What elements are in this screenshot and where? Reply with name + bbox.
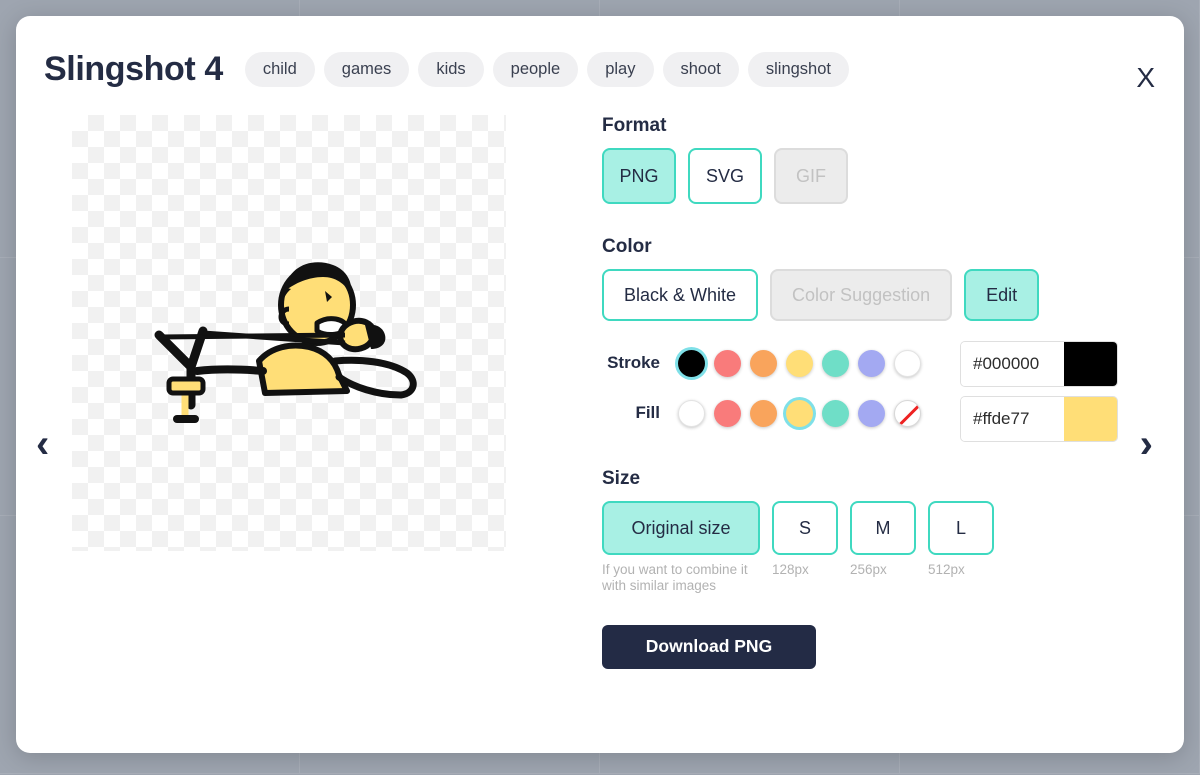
fill-swatch-yellow[interactable]	[786, 399, 813, 427]
stroke-swatch-periwinkle[interactable]	[858, 349, 885, 377]
fill-swatch-orange[interactable]	[750, 399, 777, 427]
fill-swatch-periwinkle[interactable]	[858, 399, 885, 427]
fill-hex-input[interactable]	[961, 397, 1064, 441]
stroke-hex-field[interactable]	[960, 341, 1118, 387]
size-m-button[interactable]: M	[850, 501, 916, 555]
stroke-swatch-coral[interactable]	[714, 349, 741, 377]
size-button-row: Original size S M L	[602, 501, 1122, 555]
fill-swatch-white[interactable]	[678, 399, 705, 427]
stroke-swatches	[678, 349, 921, 377]
stroke-swatch-yellow[interactable]	[786, 349, 813, 377]
fill-label: Fill	[635, 403, 660, 422]
modal-body: Format PNG SVG GIF Color Black & White C…	[16, 89, 1184, 669]
size-s-caption: 128px	[772, 562, 809, 577]
color-black-white-button[interactable]: Black & White	[602, 269, 759, 321]
color-edit-button[interactable]: Edit	[964, 269, 1040, 321]
tag-people[interactable]: people	[492, 52, 579, 87]
size-original-button[interactable]: Original size	[602, 501, 760, 555]
fill-hex-field[interactable]	[960, 396, 1118, 442]
stroke-swatch-teal[interactable]	[822, 349, 849, 377]
tag-kids[interactable]: kids	[418, 52, 484, 87]
modal-header: Slingshot 4 child games kids people play…	[16, 16, 1184, 89]
size-m-caption: 256px	[850, 562, 887, 577]
slingshot-illustration	[154, 262, 417, 423]
image-detail-modal: Slingshot 4 child games kids people play…	[16, 16, 1184, 753]
stroke-swatch-black[interactable]	[678, 349, 705, 377]
image-preview	[72, 115, 506, 551]
fill-swatch-teal[interactable]	[822, 399, 849, 427]
stroke-color-chip[interactable]	[1064, 342, 1117, 386]
tag-shoot[interactable]: shoot	[662, 52, 739, 87]
fill-row: Fill	[602, 391, 934, 435]
fill-swatch-none[interactable]	[894, 399, 921, 427]
size-l-caption: 512px	[928, 562, 965, 577]
size-s-button[interactable]: S	[772, 501, 838, 555]
tag-list: child games kids people play shoot sling…	[244, 52, 849, 87]
hex-fields	[960, 341, 1118, 442]
size-l-button[interactable]: L	[928, 501, 994, 555]
color-editor: Stroke Fill	[602, 341, 1122, 442]
stroke-swatch-white[interactable]	[894, 349, 921, 377]
preview-column	[16, 115, 562, 669]
stroke-swatch-orange[interactable]	[750, 349, 777, 377]
next-image-arrow-icon[interactable]: ›	[1140, 424, 1153, 464]
stroke-row: Stroke	[602, 341, 934, 385]
color-suggestion-button: Color Suggestion	[770, 269, 953, 321]
fill-swatch-coral[interactable]	[714, 399, 741, 427]
fill-color-chip[interactable]	[1064, 397, 1117, 441]
format-png-button[interactable]: PNG	[602, 148, 676, 204]
size-caption-row: If you want to combine it with similar i…	[602, 562, 1122, 595]
color-section-title: Color	[602, 236, 652, 257]
size-original-caption: If you want to combine it with similar i…	[602, 562, 748, 594]
stroke-hex-input[interactable]	[961, 342, 1064, 386]
options-column: Format PNG SVG GIF Color Black & White C…	[562, 115, 1122, 669]
size-section-title: Size	[602, 468, 641, 489]
page-title: Slingshot 4	[44, 50, 223, 88]
format-section-title: Format	[602, 115, 667, 136]
tag-child[interactable]: child	[244, 52, 315, 87]
tag-slingshot[interactable]: slingshot	[747, 52, 849, 87]
prev-image-arrow-icon[interactable]: ‹	[36, 424, 49, 464]
tag-games[interactable]: games	[323, 52, 410, 87]
close-icon[interactable]: X	[1136, 64, 1155, 92]
stroke-label: Stroke	[607, 353, 660, 372]
format-svg-button[interactable]: SVG	[688, 148, 762, 204]
download-button[interactable]: Download PNG	[602, 624, 816, 669]
format-button-row: PNG SVG GIF	[602, 148, 1122, 204]
tag-play[interactable]: play	[587, 52, 654, 87]
swatch-rows: Stroke Fill	[602, 341, 934, 435]
color-button-row: Black & White Color Suggestion Edit	[602, 269, 1122, 321]
format-gif-button: GIF	[774, 148, 848, 204]
fill-swatches	[678, 399, 921, 427]
